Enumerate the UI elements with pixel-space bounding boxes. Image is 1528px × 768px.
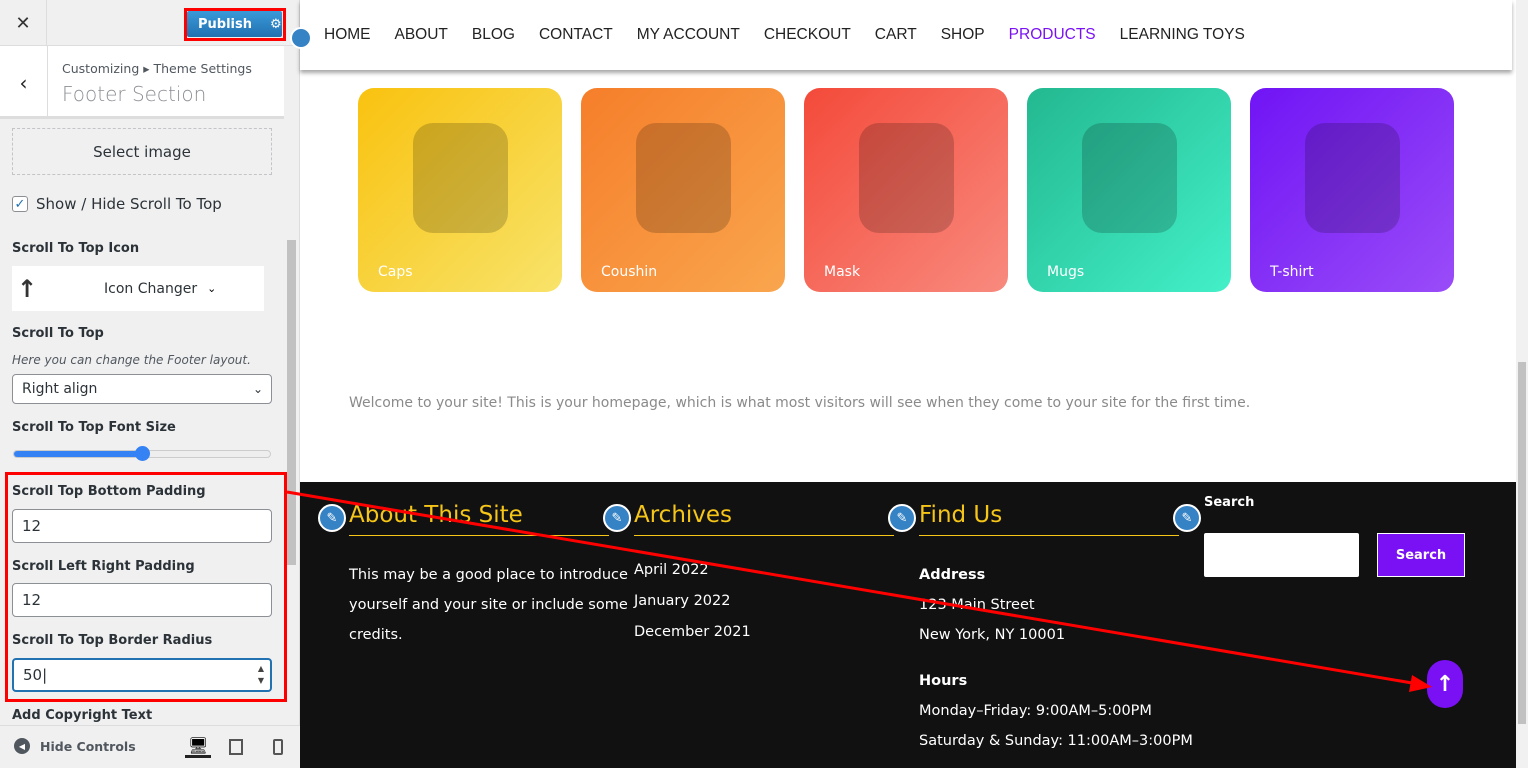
show-hide-checkbox[interactable]: ✓: [12, 196, 28, 212]
search-input[interactable]: [1204, 533, 1359, 577]
product-image: [859, 123, 954, 233]
tablet-icon[interactable]: [229, 739, 243, 755]
edit-pencil-icon[interactable]: ✎: [888, 504, 916, 532]
product-card[interactable]: T-shirt: [1250, 88, 1454, 292]
align-select[interactable]: Right align ⌄: [12, 374, 272, 404]
about-text: This may be a good place to introduce you…: [349, 567, 628, 643]
font-size-label: Scroll To Top Font Size: [12, 420, 176, 435]
nav-item[interactable]: CHECKOUT: [764, 26, 851, 44]
product-label: Coushin: [601, 264, 658, 280]
collapse-icon: ◀: [14, 738, 30, 754]
close-button[interactable]: ✕: [0, 0, 47, 46]
scroll-to-top-button[interactable]: ↑: [1427, 660, 1463, 708]
arrow-up-icon: ↑: [1435, 671, 1455, 697]
select-image-button[interactable]: Select image: [12, 128, 272, 175]
breadcrumb: Customizing ▸ Theme Settings: [62, 61, 252, 76]
nav-item[interactable]: MY ACCOUNT: [637, 26, 740, 44]
product-label: Mugs: [1047, 264, 1085, 280]
section-header: ‹ Customizing ▸ Theme Settings Footer Se…: [0, 46, 284, 119]
product-image: [1305, 123, 1400, 233]
about-heading: About This Site: [349, 502, 609, 536]
customizer-sidebar: ✕ Publish ⚙ ‹ Customizing ▸ Theme Setting…: [0, 0, 300, 768]
product-image: [413, 123, 508, 233]
nav-item[interactable]: PRODUCTS: [1009, 26, 1096, 44]
desktop-icon[interactable]: 🖥: [185, 736, 212, 758]
main-nav: HOME ABOUT BLOG CONTACT MY ACCOUNT CHECKOUT CA…: [300, 0, 1512, 70]
nav-item[interactable]: CONTACT: [539, 26, 613, 44]
font-size-slider[interactable]: [13, 446, 271, 461]
show-hide-label: Show / Hide Scroll To Top: [36, 195, 222, 213]
product-card[interactable]: Caps: [358, 88, 562, 292]
archive-link[interactable]: December 2021: [634, 617, 751, 648]
product-label: T-shirt: [1270, 264, 1314, 280]
edit-pencil-icon[interactable]: ✎: [318, 504, 346, 532]
chevron-down-icon: ⌄: [252, 382, 263, 396]
scroll-to-top-desc: Here you can change the Footer layout.: [12, 353, 251, 367]
search-label: Search: [1204, 495, 1255, 510]
archives-list: April 2022 January 2022 December 2021: [634, 555, 751, 648]
annotation-box: [184, 8, 286, 41]
copyright-label: Add Copyright Text: [12, 708, 153, 723]
mobile-icon[interactable]: [273, 739, 283, 755]
product-image: [636, 123, 731, 233]
icon-label: Scroll To Top Icon: [12, 241, 140, 256]
find-us-block: Address 123 Main Street New York, NY 100…: [919, 567, 1193, 749]
edit-pencil-icon[interactable]: ✎: [603, 504, 631, 532]
archive-link[interactable]: April 2022: [634, 555, 751, 586]
welcome-text: Welcome to your site! This is your homep…: [349, 395, 1251, 411]
site-preview: HOME ABOUT BLOG CONTACT MY ACCOUNT CHECKOUT CA…: [290, 0, 1516, 768]
customize-shortcut-icon[interactable]: [290, 27, 312, 49]
sidebar-footer: ◀ Hide Controls 🖥: [0, 725, 300, 768]
archive-link[interactable]: January 2022: [634, 586, 751, 617]
nav-item[interactable]: LEARNING TOYS: [1120, 26, 1245, 44]
search-button[interactable]: Search: [1377, 533, 1465, 577]
find-heading: Find Us: [919, 502, 1179, 536]
arrow-up-icon: ↑: [16, 274, 38, 303]
close-icon: ✕: [15, 12, 31, 34]
product-label: Mask: [824, 264, 861, 280]
product-card[interactable]: Mask: [804, 88, 1008, 292]
hide-controls-button[interactable]: ◀ Hide Controls: [14, 738, 136, 754]
annotation-box: [5, 472, 287, 702]
nav-item[interactable]: SHOP: [941, 26, 985, 44]
chevron-left-icon: ‹: [19, 70, 28, 95]
icon-changer[interactable]: ↑ Icon Changer ⌄: [12, 266, 264, 311]
archives-heading: Archives: [634, 502, 894, 536]
scroll-to-top-label: Scroll To Top: [12, 326, 104, 341]
sidebar-scrollbar[interactable]: [287, 240, 296, 565]
site-footer: ✎ About This Site This may be a good pla…: [300, 482, 1516, 768]
product-card[interactable]: Mugs: [1027, 88, 1231, 292]
chevron-down-icon: ⌄: [207, 282, 217, 295]
nav-item[interactable]: HOME: [324, 26, 371, 44]
section-title: Footer Section: [62, 82, 207, 106]
edit-pencil-icon[interactable]: ✎: [1173, 504, 1201, 532]
nav-item[interactable]: BLOG: [472, 26, 515, 44]
nav-item[interactable]: ABOUT: [395, 26, 448, 44]
nav-item[interactable]: CART: [875, 26, 917, 44]
back-button[interactable]: ‹: [0, 46, 48, 119]
product-card[interactable]: Coushin: [581, 88, 785, 292]
preview-scrollbar[interactable]: [1516, 0, 1528, 768]
slider-thumb[interactable]: [135, 446, 150, 461]
product-label: Caps: [378, 264, 413, 280]
product-image: [1082, 123, 1177, 233]
